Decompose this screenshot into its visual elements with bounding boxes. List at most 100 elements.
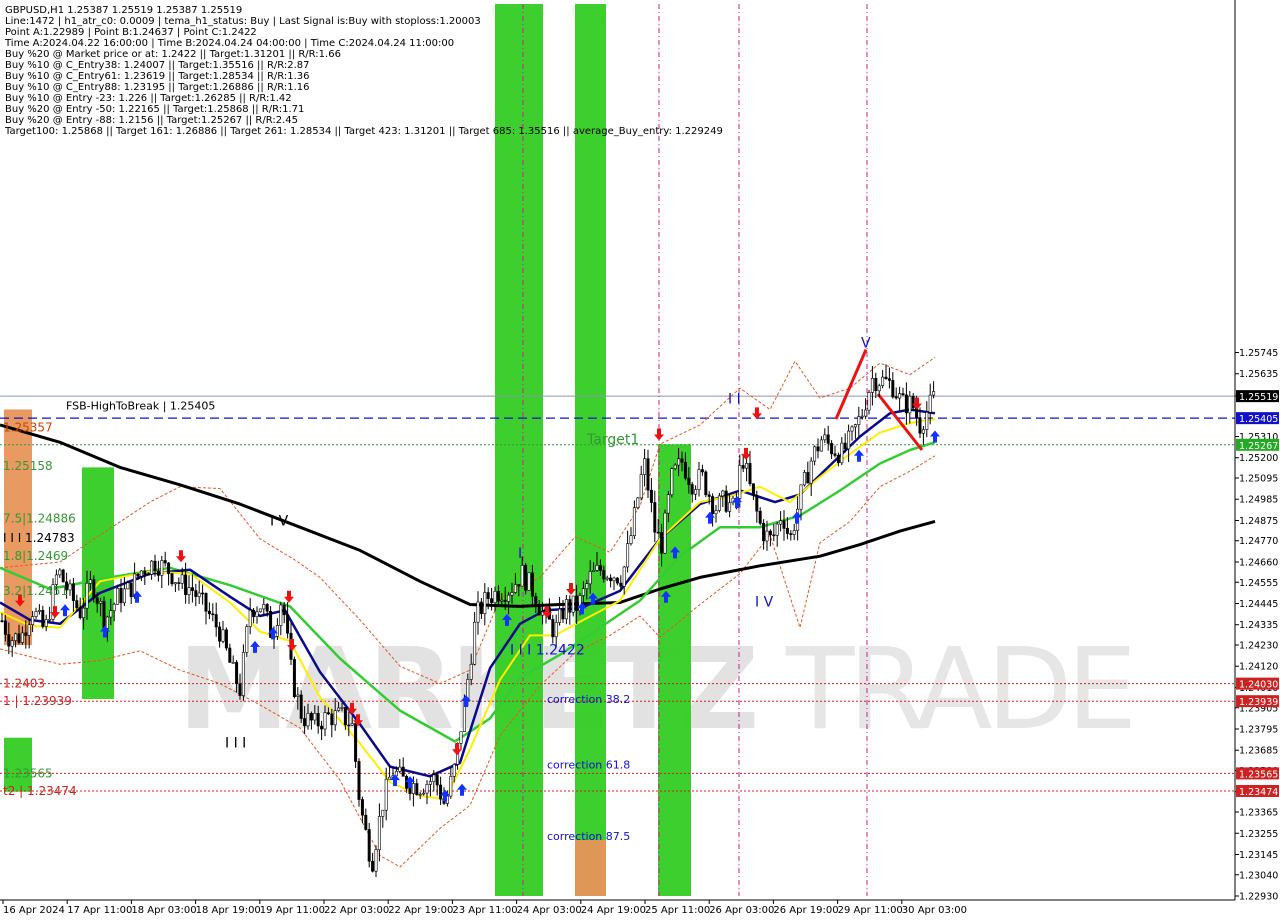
info-line: Buy %10 @ C_Entry88: 1.23195 || Target:1… — [5, 82, 310, 93]
candle-body — [78, 607, 82, 619]
candle-body — [830, 443, 834, 455]
candle-body — [792, 530, 796, 535]
candle-body — [755, 494, 759, 512]
info-line: GBPUSD,H1 1.25387 1.25519 1.25387 1.2551… — [5, 5, 242, 16]
price-tick-label: 1.23365 — [1239, 808, 1278, 819]
candle-body — [17, 633, 21, 643]
chart-canvas[interactable]: MARKETZ TRADE 1.25357 1.25158 I I I 1.2478… — [0, 0, 1280, 920]
price-tick-label: 1.25745 — [1239, 348, 1278, 359]
candle-body — [857, 416, 861, 425]
candle-body — [500, 599, 504, 602]
candle-body — [697, 469, 701, 490]
candle-body — [258, 608, 262, 613]
candle-body — [320, 725, 324, 730]
candle-body — [75, 600, 79, 608]
price-tick-label: 1.24770 — [1239, 536, 1278, 547]
price-tick-label: 1.24555 — [1239, 578, 1278, 589]
candle-body — [517, 584, 521, 587]
candle-body — [571, 595, 575, 613]
candle-body — [262, 604, 266, 610]
green-zone — [495, 4, 543, 896]
candle-body — [700, 469, 704, 473]
candle-body — [143, 570, 147, 575]
candle-body — [819, 439, 823, 452]
candle-body — [860, 415, 864, 418]
info-line: Buy %20 @ Entry -88: 1.2156 || Target:1.… — [5, 115, 298, 126]
orange-zone — [575, 840, 606, 896]
candle-body — [160, 560, 164, 576]
candle-body — [789, 533, 793, 535]
candle-body — [925, 411, 929, 430]
candle-body — [428, 781, 432, 785]
candle-body — [177, 582, 181, 584]
price-tag-label: 1.24030 — [1239, 680, 1278, 691]
candle-body — [479, 601, 483, 614]
candle-body — [524, 564, 528, 591]
price-axis[interactable]: 1.257451.256351.255201.253101.252001.250… — [1234, 0, 1279, 903]
candle-body — [279, 604, 283, 626]
candle-body — [292, 659, 296, 698]
candle-body — [476, 601, 480, 623]
time-tick-label: 26 Apr 19:00 — [773, 905, 838, 916]
candle-body — [153, 560, 157, 572]
candle-body — [510, 592, 514, 596]
candle-body — [806, 472, 810, 484]
candle-body — [503, 599, 507, 602]
candle-body — [3, 620, 7, 635]
candle-body — [180, 574, 184, 584]
candle-body — [738, 465, 742, 499]
watermark: MARKETZ TRADE — [178, 625, 1137, 755]
candle-body — [367, 829, 371, 862]
price-tick-label: 1.23685 — [1239, 746, 1278, 757]
candle-body — [813, 446, 817, 462]
candle-body — [772, 534, 776, 537]
candle-body — [901, 393, 905, 396]
candle-body — [170, 573, 174, 585]
candle-body — [683, 461, 687, 479]
time-tick-label: 29 Apr 11:00 — [838, 905, 903, 916]
candle-body — [432, 774, 436, 782]
candle-body — [493, 590, 497, 603]
candle-body — [908, 395, 912, 414]
candle-body — [870, 377, 874, 393]
candle-body — [585, 583, 589, 589]
candle-body — [894, 396, 898, 399]
info-line: Buy %20 @ Market price or at: 1.2422 || … — [5, 49, 341, 60]
candle-body — [622, 566, 626, 587]
chart-annotation: Target1 — [586, 432, 639, 448]
price-tick-label: 1.24230 — [1239, 641, 1278, 652]
candle-body — [221, 629, 225, 642]
candle-body — [333, 710, 337, 726]
candle-body — [411, 783, 415, 794]
candle-body — [656, 531, 660, 534]
time-tick-label: 24 Apr 19:00 — [581, 905, 646, 916]
candle-body — [95, 597, 99, 604]
time-tick-label: 26 Apr 03:00 — [709, 905, 774, 916]
chart-annotation: correction 38.2 — [547, 693, 630, 706]
candle-body — [82, 607, 86, 619]
candle-body — [483, 592, 487, 615]
candle-body — [779, 520, 783, 525]
candle-body — [537, 606, 541, 616]
candle-body — [663, 512, 667, 554]
price-tag-label: 1.23939 — [1239, 697, 1278, 708]
candle-body — [694, 489, 698, 495]
info-line: Target100: 1.25868 || Target 161: 1.2688… — [4, 126, 723, 137]
price-tag-label: 1.23565 — [1239, 769, 1278, 780]
candle-body — [690, 484, 694, 495]
price-tick-label: 1.24660 — [1239, 558, 1278, 569]
candle-body — [660, 532, 664, 554]
time-tick-label: 22 Apr 03:00 — [324, 905, 389, 916]
candle-body — [248, 609, 252, 627]
candle-body — [435, 774, 439, 786]
time-axis[interactable]: 16 Apr 2024 17 Apr 11:0018 Apr 03:0018 Ap… — [0, 899, 1235, 916]
price-tag-label: 1.25405 — [1239, 414, 1278, 425]
candle-body — [398, 766, 402, 772]
candle-body — [816, 446, 820, 452]
price-chart[interactable]: MARKETZ TRADE 1.25357 1.25158 I I I 1.2478… — [0, 0, 1280, 920]
candle-body — [602, 570, 606, 580]
chart-annotation: I I I — [225, 735, 246, 751]
candle-body — [758, 510, 762, 524]
candle-body — [245, 626, 249, 653]
candle-body — [408, 788, 412, 794]
